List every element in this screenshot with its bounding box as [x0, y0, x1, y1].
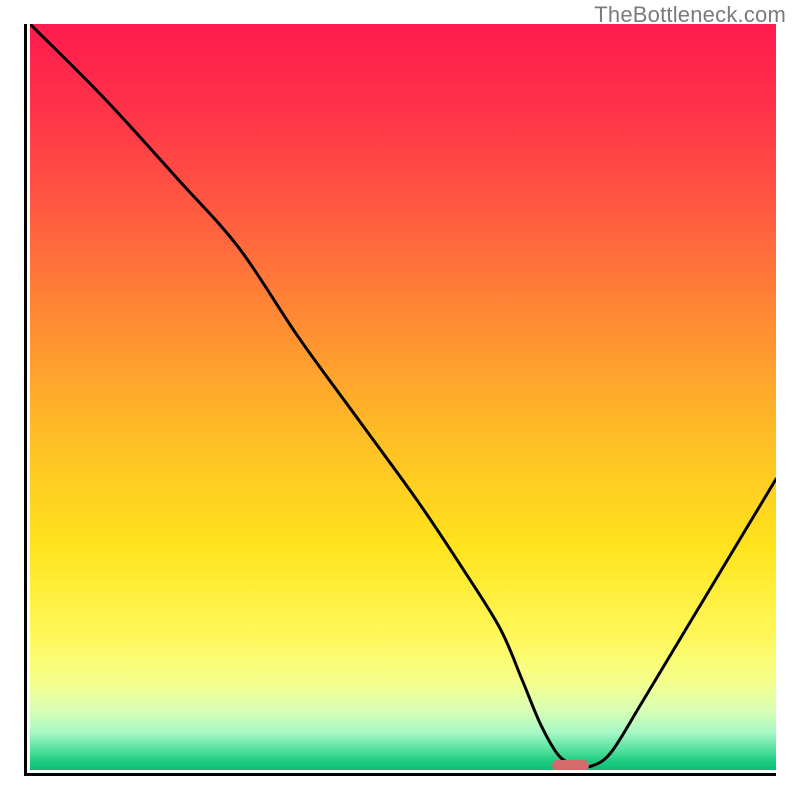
- plot-area: [30, 24, 776, 770]
- chart-root: TheBottleneck.com: [0, 0, 800, 800]
- axes-frame: [24, 24, 776, 776]
- optimal-point-marker: [552, 760, 589, 770]
- curve-layer: [30, 24, 776, 770]
- bottleneck-curve: [30, 24, 776, 767]
